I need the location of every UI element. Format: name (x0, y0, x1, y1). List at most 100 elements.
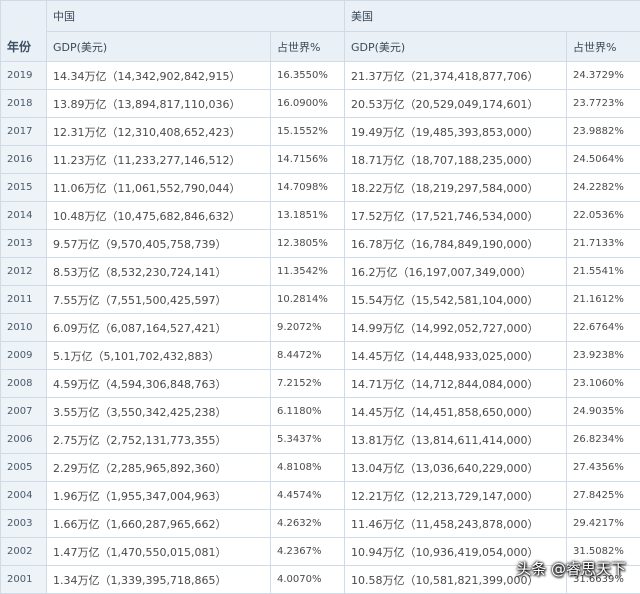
table-row: 20062.75万亿（2,752,131,773,355）5.3437%13.8… (1, 426, 640, 454)
year-cell: 2010 (1, 314, 47, 342)
table-row: 20139.57万亿（9,570,405,758,739）12.3805%16.… (1, 230, 640, 258)
usa-gdp-header: GDP(美元) (345, 32, 567, 62)
usa-share-cell: 26.8234% (567, 426, 640, 454)
usa-gdp-cell: 12.21万亿（12,213,729,147,000） (345, 482, 567, 510)
usa-gdp-cell: 14.99万亿（14,992,052,727,000） (345, 314, 567, 342)
china-share-cell: 4.4574% (271, 482, 345, 510)
usa-share-cell: 24.5064% (567, 146, 640, 174)
table-row: 201914.34万亿（14,342,902,842,915）16.3550%2… (1, 62, 640, 90)
year-cell: 2018 (1, 90, 47, 118)
table-row: 20128.53万亿（8,532,230,724,141）11.3542%16.… (1, 258, 640, 286)
china-share-cell: 16.3550% (271, 62, 345, 90)
china-share-cell: 6.1180% (271, 398, 345, 426)
usa-share-cell: 24.2282% (567, 174, 640, 202)
china-share-cell: 4.2367% (271, 538, 345, 566)
china-share-cell: 15.1552% (271, 118, 345, 146)
china-gdp-cell: 6.09万亿（6,087,164,527,421） (47, 314, 271, 342)
china-share-cell: 4.2632% (271, 510, 345, 538)
table-row: 20073.55万亿（3,550,342,425,238）6.1180%14.4… (1, 398, 640, 426)
usa-share-cell: 24.3729% (567, 62, 640, 90)
china-gdp-cell: 2.75万亿（2,752,131,773,355） (47, 426, 271, 454)
year-cell: 2016 (1, 146, 47, 174)
china-gdp-cell: 11.23万亿（11,233,277,146,512） (47, 146, 271, 174)
usa-share-cell: 22.0536% (567, 202, 640, 230)
china-gdp-cell: 2.29万亿（2,285,965,892,360） (47, 454, 271, 482)
year-cell: 2012 (1, 258, 47, 286)
china-gdp-cell: 1.66万亿（1,660,287,965,662） (47, 510, 271, 538)
china-gdp-cell: 7.55万亿（7,551,500,425,597） (47, 286, 271, 314)
year-header: 年份 (1, 1, 47, 62)
year-cell: 2007 (1, 398, 47, 426)
usa-gdp-cell: 20.53万亿（20,529,049,174,601） (345, 90, 567, 118)
usa-gdp-cell: 14.71万亿（14,712,844,084,000） (345, 370, 567, 398)
usa-gdp-cell: 11.46万亿（11,458,243,878,000） (345, 510, 567, 538)
usa-gdp-cell: 13.81万亿（13,814,611,414,000） (345, 426, 567, 454)
year-cell: 2003 (1, 510, 47, 538)
usa-share-cell: 24.9035% (567, 398, 640, 426)
usa-gdp-cell: 17.52万亿（17,521,746,534,000） (345, 202, 567, 230)
china-share-cell: 4.8108% (271, 454, 345, 482)
watermark: 头条 @睿思天下 (516, 558, 626, 579)
usa-gdp-cell: 14.45万亿（14,451,858,650,000） (345, 398, 567, 426)
year-cell: 2006 (1, 426, 47, 454)
usa-share-cell: 23.1060% (567, 370, 640, 398)
usa-share-cell: 22.6764% (567, 314, 640, 342)
usa-share-cell: 23.7723% (567, 90, 640, 118)
china-share-cell: 10.2814% (271, 286, 345, 314)
usa-gdp-cell: 16.2万亿（16,197,007,349,000） (345, 258, 567, 286)
china-gdp-cell: 5.1万亿（5,101,702,432,883） (47, 342, 271, 370)
year-cell: 2001 (1, 566, 47, 594)
usa-gdp-cell: 15.54万亿（15,542,581,104,000） (345, 286, 567, 314)
year-cell: 2009 (1, 342, 47, 370)
year-cell: 2011 (1, 286, 47, 314)
usa-gdp-cell: 19.49万亿（19,485,393,853,000） (345, 118, 567, 146)
china-gdp-header: GDP(美元) (47, 32, 271, 62)
usa-share-header: 占世界% (567, 32, 640, 62)
table-row: 20106.09万亿（6,087,164,527,421）9.2072%14.9… (1, 314, 640, 342)
china-gdp-cell: 1.47万亿（1,470,550,015,081） (47, 538, 271, 566)
usa-share-cell: 21.5541% (567, 258, 640, 286)
china-gdp-cell: 9.57万亿（9,570,405,758,739） (47, 230, 271, 258)
china-share-cell: 14.7156% (271, 146, 345, 174)
china-share-cell: 9.2072% (271, 314, 345, 342)
table-row: 20031.66万亿（1,660,287,965,662）4.2632%11.4… (1, 510, 640, 538)
china-gdp-cell: 14.34万亿（14,342,902,842,915） (47, 62, 271, 90)
china-share-cell: 16.0900% (271, 90, 345, 118)
usa-header: 美国 (345, 1, 640, 32)
usa-gdp-cell: 18.71万亿（18,707,188,235,000） (345, 146, 567, 174)
year-cell: 2002 (1, 538, 47, 566)
china-share-cell: 4.0070% (271, 566, 345, 594)
china-gdp-cell: 11.06万亿（11,061,552,790,044） (47, 174, 271, 202)
china-gdp-cell: 4.59万亿（4,594,306,848,763） (47, 370, 271, 398)
table-row: 201712.31万亿（12,310,408,652,423）15.1552%1… (1, 118, 640, 146)
china-gdp-cell: 8.53万亿（8,532,230,724,141） (47, 258, 271, 286)
usa-gdp-cell: 16.78万亿（16,784,849,190,000） (345, 230, 567, 258)
china-gdp-cell: 1.96万亿（1,955,347,004,963） (47, 482, 271, 510)
usa-gdp-cell: 13.04万亿（13,036,640,229,000） (345, 454, 567, 482)
usa-share-cell: 23.9238% (567, 342, 640, 370)
table-row: 20117.55万亿（7,551,500,425,597）10.2814%15.… (1, 286, 640, 314)
year-cell: 2015 (1, 174, 47, 202)
year-cell: 2014 (1, 202, 47, 230)
usa-share-cell: 21.7133% (567, 230, 640, 258)
china-gdp-cell: 13.89万亿（13,894,817,110,036） (47, 90, 271, 118)
china-share-cell: 13.1851% (271, 202, 345, 230)
table-row: 201611.23万亿（11,233,277,146,512）14.7156%1… (1, 146, 640, 174)
china-share-cell: 11.3542% (271, 258, 345, 286)
china-share-cell: 14.7098% (271, 174, 345, 202)
usa-gdp-cell: 21.37万亿（21,374,418,877,706） (345, 62, 567, 90)
china-share-cell: 5.3437% (271, 426, 345, 454)
china-header: 中国 (47, 1, 345, 32)
year-cell: 2017 (1, 118, 47, 146)
usa-gdp-cell: 14.45万亿（14,448,933,025,000） (345, 342, 567, 370)
year-cell: 2004 (1, 482, 47, 510)
table-row: 20084.59万亿（4,594,306,848,763）7.2152%14.7… (1, 370, 640, 398)
china-gdp-cell: 3.55万亿（3,550,342,425,238） (47, 398, 271, 426)
usa-share-cell: 29.4217% (567, 510, 640, 538)
table-row: 201410.48万亿（10,475,682,846,632）13.1851%1… (1, 202, 640, 230)
usa-share-cell: 27.4356% (567, 454, 640, 482)
year-cell: 2013 (1, 230, 47, 258)
china-gdp-cell: 1.34万亿（1,339,395,718,865） (47, 566, 271, 594)
table-row: 20095.1万亿（5,101,702,432,883）8.4472%14.45… (1, 342, 640, 370)
usa-share-cell: 27.8425% (567, 482, 640, 510)
